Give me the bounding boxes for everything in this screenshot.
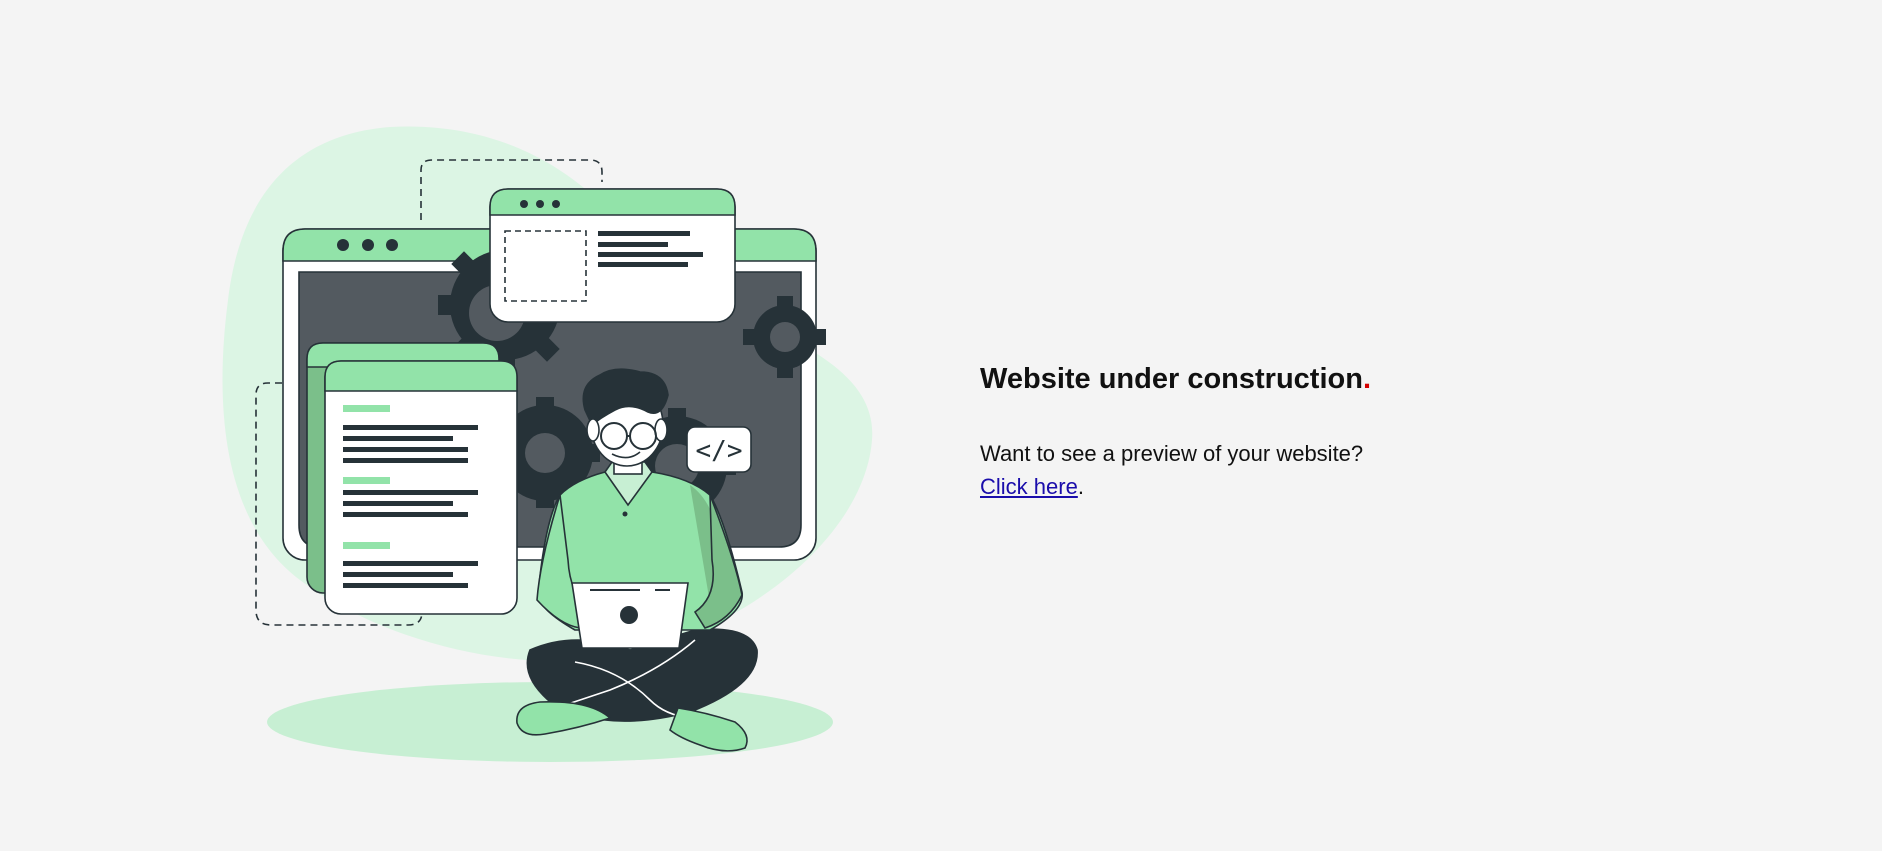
window-dot-icon	[337, 239, 349, 251]
window-dot-icon	[362, 239, 374, 251]
construction-illustration: </>	[220, 120, 880, 770]
page-title: Website under construction.	[980, 362, 1580, 397]
preview-link[interactable]: Click here	[980, 474, 1078, 499]
page-title-text: Website under construction	[980, 363, 1363, 395]
illustration-svg: </>	[222, 126, 873, 762]
gear-hole	[770, 322, 800, 352]
code-badge-text: </>	[696, 436, 743, 466]
window-dot-icon	[552, 200, 560, 208]
gear-hole	[525, 433, 565, 473]
page-title-dot: .	[1362, 363, 1372, 395]
main-content: Website under construction. Want to see …	[980, 362, 1580, 503]
code-badge: </>	[686, 426, 752, 473]
browser-window-small	[489, 188, 736, 323]
preview-link-suffix: .	[1077, 473, 1084, 499]
window-dot-icon	[536, 200, 544, 208]
preview-message: Want to see a preview of your website? Cl…	[980, 437, 1580, 503]
document-card-front	[324, 360, 518, 615]
window-dot-icon	[386, 239, 398, 251]
window-dot-icon	[520, 200, 528, 208]
preview-text: Want to see a preview of your website?	[980, 440, 1364, 466]
